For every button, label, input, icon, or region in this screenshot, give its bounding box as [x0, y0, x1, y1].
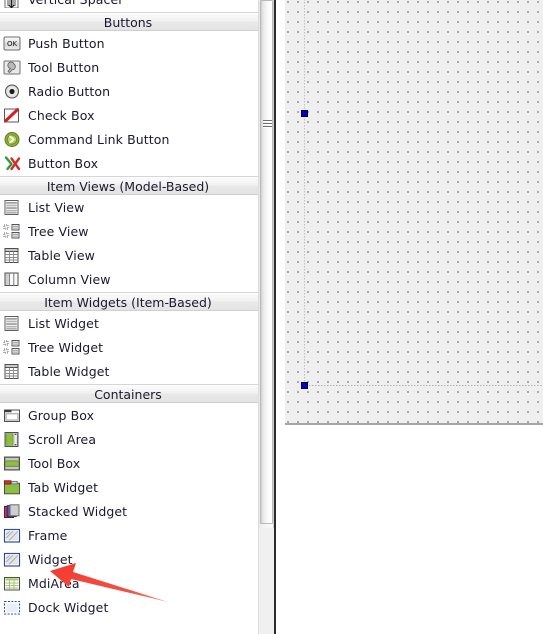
- widget-item-label: Tree Widget: [28, 339, 104, 355]
- widget-item-scroll-area[interactable]: Scroll Area: [0, 427, 258, 451]
- widget-item-label: Stacked Widget: [28, 503, 128, 519]
- widget-item-group-box[interactable]: Group Box: [0, 403, 258, 427]
- widget-box-panel[interactable]: Vertical Spacer Buttons OK Push Button Too…: [0, 0, 258, 634]
- section-header-buttons[interactable]: Buttons: [0, 12, 258, 31]
- widget-item-table-widget[interactable]: Table Widget: [0, 359, 258, 383]
- button-box-icon: [3, 155, 21, 172]
- column-view-icon: [3, 271, 21, 288]
- svg-text:OK: OK: [7, 40, 18, 48]
- section-header-containers[interactable]: Containers: [0, 384, 258, 403]
- widget-item-label: Radio Button: [28, 83, 111, 99]
- widget-item-button-box[interactable]: Button Box: [0, 151, 258, 175]
- widget-item-tool-button[interactable]: Tool Button: [0, 55, 258, 79]
- stacked-widget-icon: [3, 503, 21, 520]
- widget-item-label: Column View: [28, 271, 111, 287]
- widget-item-label: Group Box: [28, 407, 95, 423]
- mdi-area-icon: [3, 575, 21, 592]
- push-button-icon: OK: [3, 35, 21, 52]
- widget-item-label: Vertical Spacer: [28, 0, 124, 7]
- tool-button-icon: [3, 59, 21, 76]
- selection-handle[interactable]: [301, 110, 308, 117]
- widget-item-label: Frame: [28, 527, 68, 543]
- scrollbar-track[interactable]: [259, 0, 274, 528]
- widget-item-tree-widget[interactable]: Tree Widget: [0, 335, 258, 359]
- widget-box-scrollbar[interactable]: [258, 0, 274, 634]
- scroll-grip-icon: [263, 120, 272, 129]
- widget-item-tab-widget[interactable]: Tab Widget: [0, 475, 258, 499]
- section-header-item-widgets-item-based[interactable]: Item Widgets (Item-Based): [0, 292, 258, 311]
- widget-box-list: Vertical Spacer Buttons OK Push Button Too…: [0, 0, 258, 619]
- command-link-button-icon: [3, 131, 21, 148]
- widget-icon: [3, 551, 21, 568]
- group-box-icon: [3, 407, 21, 424]
- check-box-icon: [3, 107, 21, 124]
- vertical-guide-line: [304, 0, 305, 385]
- section-header-item-views-model-based[interactable]: Item Views (Model-Based): [0, 176, 258, 195]
- list-view-icon: [3, 199, 21, 216]
- widget-item-check-box[interactable]: Check Box: [0, 103, 258, 127]
- form-canvas[interactable]: [285, 0, 543, 425]
- widget-item-label: Tool Box: [28, 455, 81, 471]
- widget-item-command-link-button[interactable]: Command Link Button: [0, 127, 258, 151]
- vertical-spacer-icon: [3, 0, 21, 8]
- widget-item-table-view[interactable]: Table View: [0, 243, 258, 267]
- widget-item-label: Tab Widget: [28, 479, 99, 495]
- widget-item-widget[interactable]: Widget: [0, 547, 258, 571]
- widget-item-mdiarea[interactable]: MdiArea: [0, 571, 258, 595]
- dock-widget-icon: [3, 599, 21, 616]
- scrollbar-thumb[interactable]: [260, 0, 273, 524]
- widget-item-label: Scroll Area: [28, 431, 97, 447]
- frame-icon: [3, 527, 21, 544]
- widget-item-vertical-spacer[interactable]: Vertical Spacer: [0, 0, 258, 11]
- widget-item-label: Dock Widget: [28, 599, 109, 615]
- tree-view-icon: [3, 223, 21, 240]
- table-widget-icon: [3, 363, 21, 380]
- widget-item-label: Tool Button: [28, 59, 100, 75]
- widget-item-radio-button[interactable]: Radio Button: [0, 79, 258, 103]
- widget-item-label: Widget: [28, 551, 73, 567]
- widget-item-list-view[interactable]: List View: [0, 195, 258, 219]
- scroll-area-icon: [3, 431, 21, 448]
- tab-widget-icon: [3, 479, 21, 496]
- horizontal-guide-line: [303, 385, 543, 386]
- tool-box-icon: [3, 455, 21, 472]
- radio-button-icon: [3, 83, 21, 100]
- widget-item-dock-widget[interactable]: Dock Widget: [0, 595, 258, 619]
- widget-item-label: Table View: [28, 247, 95, 263]
- widget-item-label: Push Button: [28, 35, 105, 51]
- table-view-icon: [3, 247, 21, 264]
- widget-item-label: List Widget: [28, 315, 99, 331]
- selection-handle[interactable]: [301, 382, 308, 389]
- widget-item-column-view[interactable]: Column View: [0, 267, 258, 291]
- qt-designer-window: Vertical Spacer Buttons OK Push Button Too…: [0, 0, 543, 634]
- widget-item-label: Check Box: [28, 107, 95, 123]
- widget-item-stacked-widget[interactable]: Stacked Widget: [0, 499, 258, 523]
- widget-item-label: Button Box: [28, 155, 99, 171]
- widget-item-tool-box[interactable]: Tool Box: [0, 451, 258, 475]
- list-widget-icon: [3, 315, 21, 332]
- widget-item-label: Command Link Button: [28, 131, 170, 147]
- widget-item-label: List View: [28, 199, 85, 215]
- widget-item-label: MdiArea: [28, 575, 80, 591]
- widget-item-push-button[interactable]: OK Push Button: [0, 31, 258, 55]
- form-editor-pane: https://blog.csdn.net/qq_43373204: [276, 0, 543, 634]
- widget-item-tree-view[interactable]: Tree View: [0, 219, 258, 243]
- tree-widget-icon: [3, 339, 21, 356]
- widget-item-label: Table Widget: [28, 363, 110, 379]
- widget-item-label: Tree View: [28, 223, 89, 239]
- widget-item-list-widget[interactable]: List Widget: [0, 311, 258, 335]
- widget-item-frame[interactable]: Frame: [0, 523, 258, 547]
